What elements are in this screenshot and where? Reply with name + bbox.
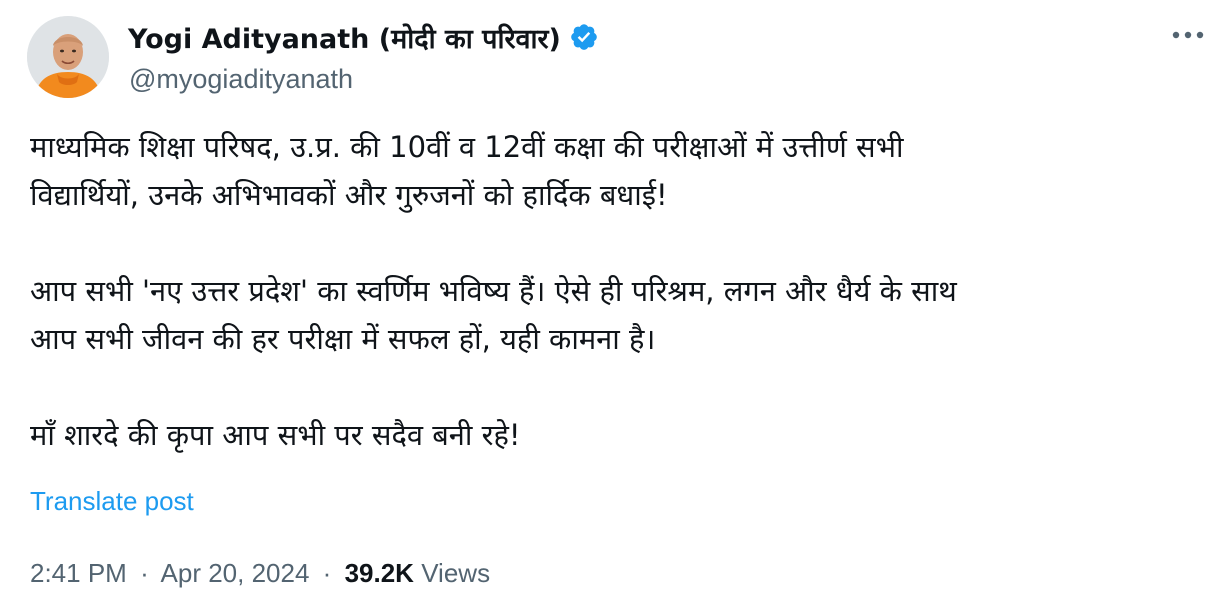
tweet-line: माँ शारदे की कृपा आप सभी पर सदैव बनी रहे… (30, 418, 521, 452)
tweet-text: माध्यमिक शिक्षा परिषद, उ.प्र. की 10वीं व… (30, 123, 1200, 459)
author-handle[interactable]: @myogiadityanath (129, 64, 353, 95)
views-label: Views (421, 558, 491, 588)
more-options-icon[interactable] (1168, 20, 1208, 50)
translate-post-link[interactable]: Translate post (30, 486, 194, 517)
tweet-paragraph: आप सभी 'नए उत्तर प्रदेश' का स्वर्णिम भवि… (30, 267, 1200, 363)
tweet-meta: 2:41 PM · Apr 20, 2024 · 39.2K Views (30, 558, 490, 589)
meta-separator: · (322, 558, 332, 588)
tweet-line: माध्यमिक शिक्षा परिषद, उ.प्र. की 10वीं व… (30, 130, 904, 164)
author-name-row: Yogi Adityanath (मोदी का परिवार) (128, 18, 599, 56)
tweet-line: विद्यार्थियों, उनके अभिभावकों और गुरुजनो… (30, 178, 668, 212)
verified-badge-icon[interactable] (569, 22, 599, 52)
tweet-line: आप सभी जीवन की हर परीक्षा में सफल हों, य… (30, 322, 656, 356)
post-time[interactable]: 2:41 PM (30, 558, 127, 588)
avatar-image (27, 16, 109, 98)
tweet-line: आप सभी 'नए उत्तर प्रदेश' का स्वर्णिम भवि… (30, 274, 957, 308)
tweet-paragraph: माध्यमिक शिक्षा परिषद, उ.प्र. की 10वीं व… (30, 123, 1200, 219)
tweet-paragraph: माँ शारदे की कृपा आप सभी पर सदैव बनी रहे… (30, 411, 1200, 459)
avatar[interactable] (27, 16, 109, 98)
meta-separator: · (140, 558, 149, 588)
views-count: 39.2K (344, 558, 414, 588)
post-date[interactable]: Apr 20, 2024 (161, 558, 310, 588)
author-display-name[interactable]: Yogi Adityanath (मोदी का परिवार) (128, 19, 561, 56)
